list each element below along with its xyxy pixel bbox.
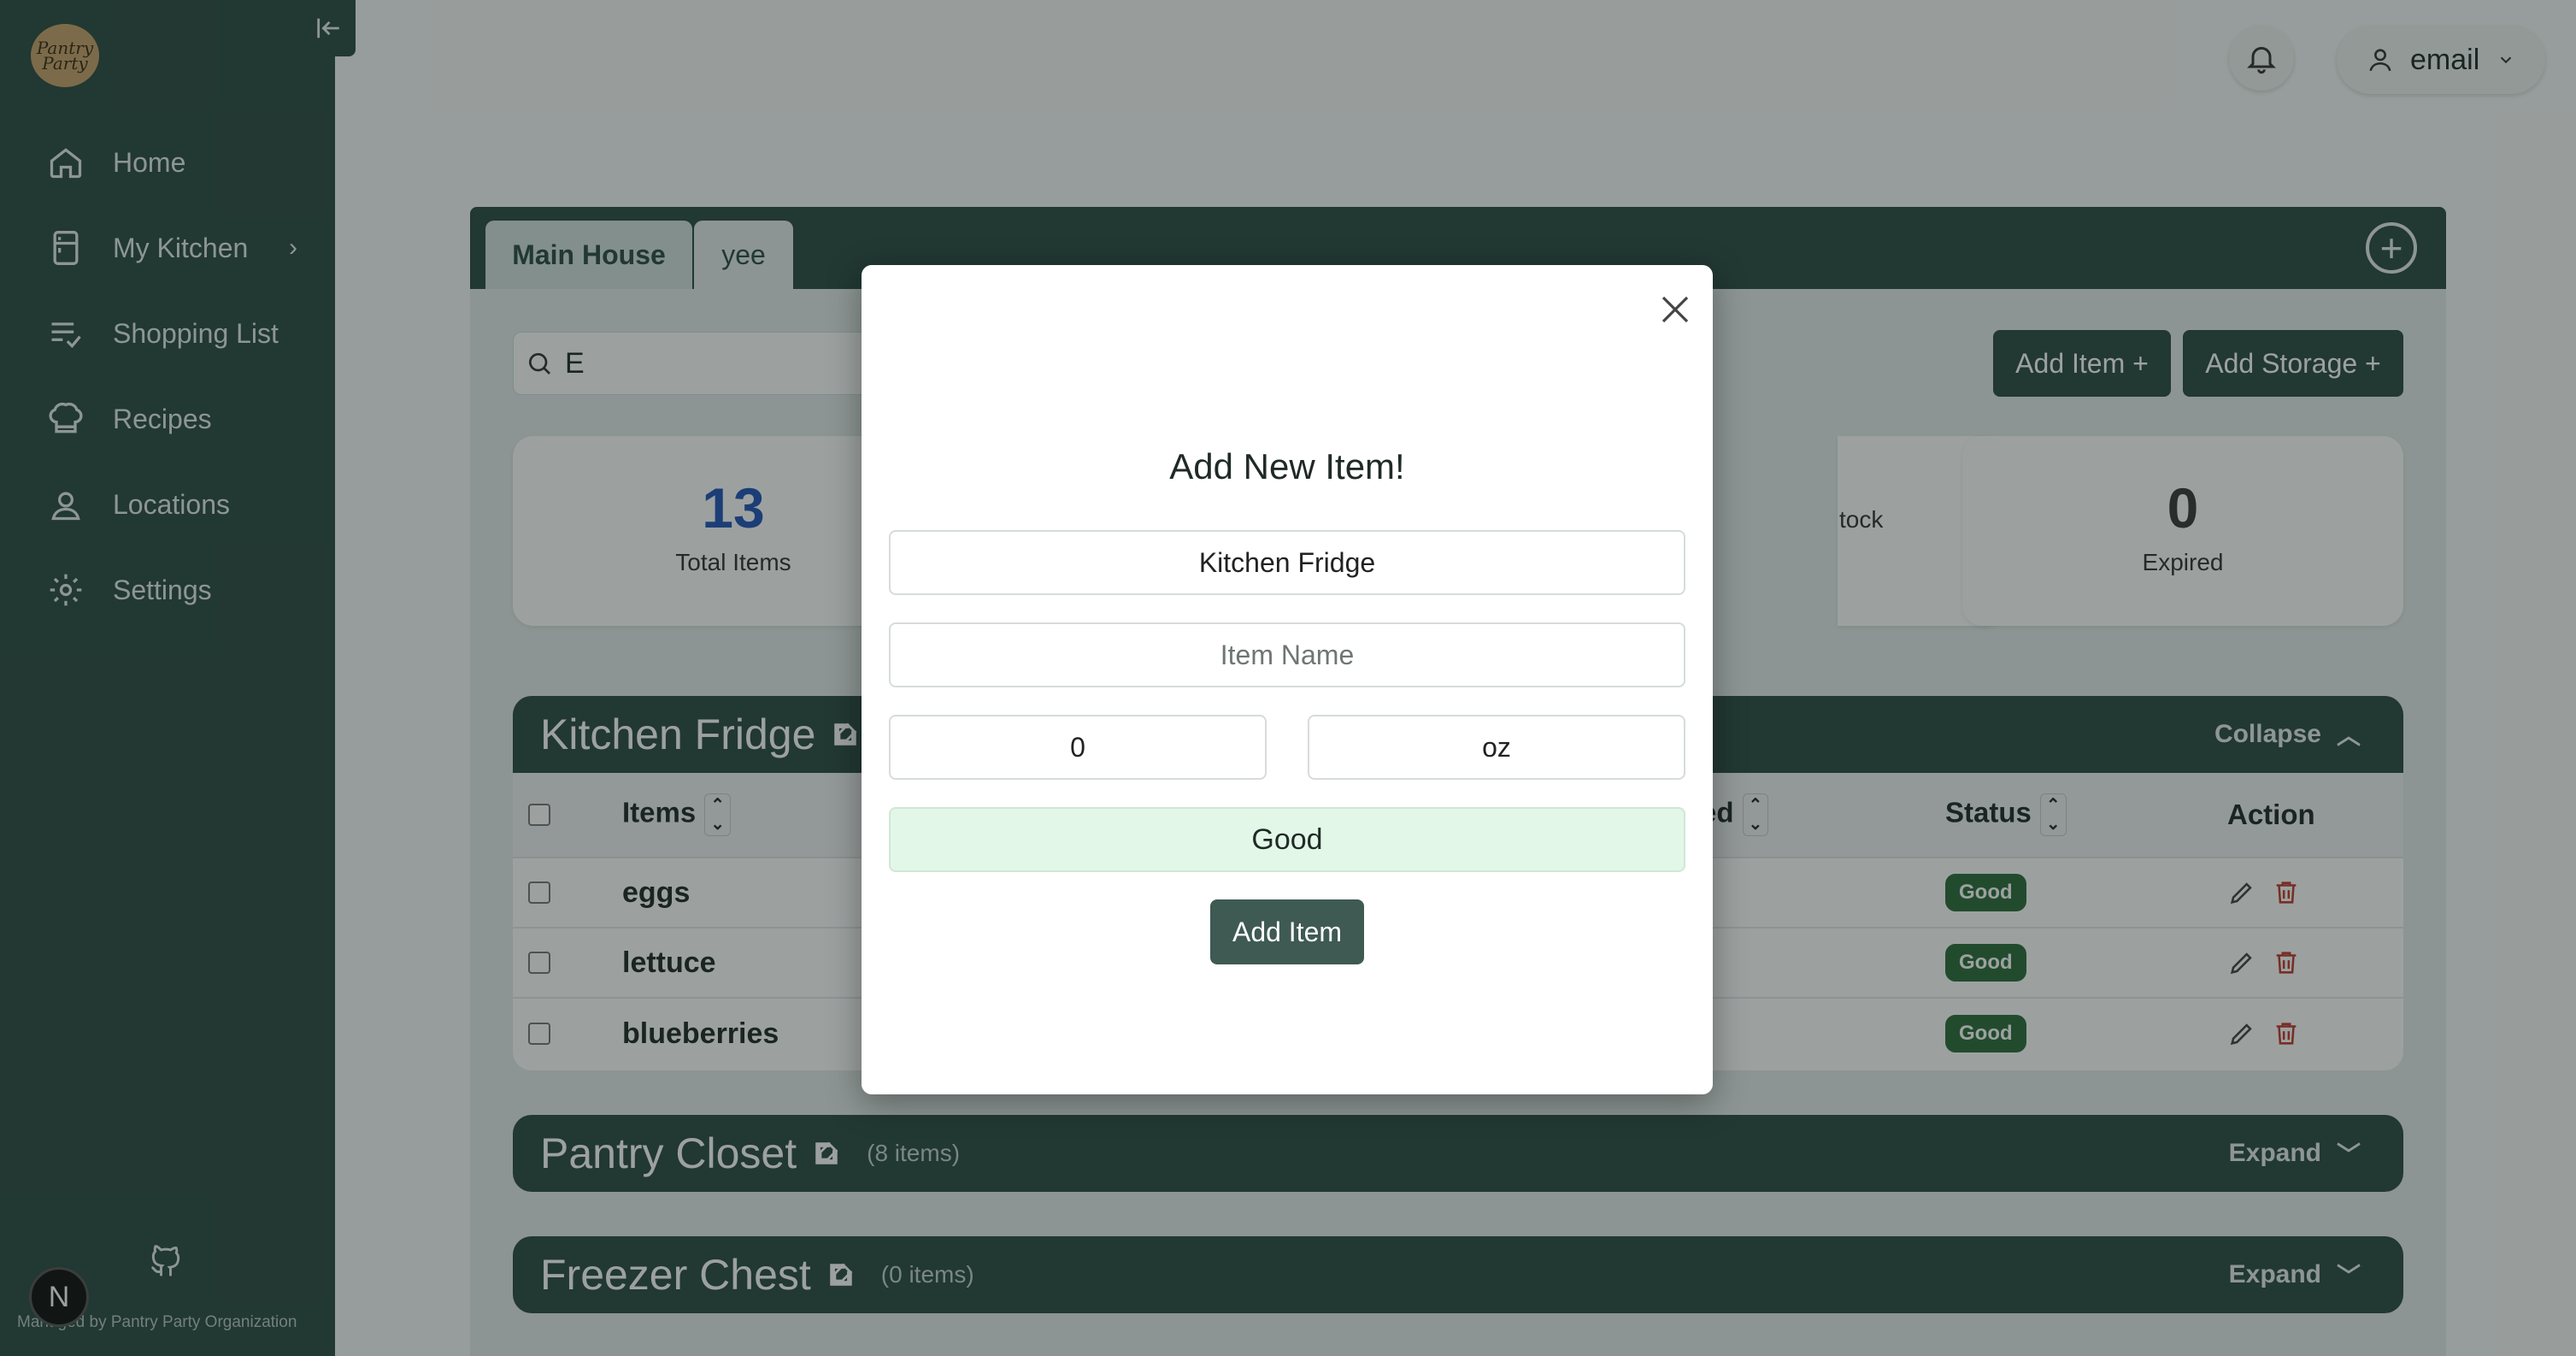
unit-field[interactable] xyxy=(1308,715,1685,780)
storage-location-field[interactable] xyxy=(889,530,1685,595)
add-item-modal: Add New Item! Good Add Item xyxy=(862,265,1713,1094)
status-select[interactable]: Good xyxy=(889,807,1685,872)
close-button[interactable] xyxy=(1651,286,1699,333)
item-name-field[interactable] xyxy=(889,622,1685,687)
add-item-submit-button[interactable]: Add Item xyxy=(1210,899,1364,964)
close-icon xyxy=(1661,296,1689,323)
quantity-field[interactable] xyxy=(889,715,1267,780)
modal-title: Add New Item! xyxy=(1169,446,1405,486)
